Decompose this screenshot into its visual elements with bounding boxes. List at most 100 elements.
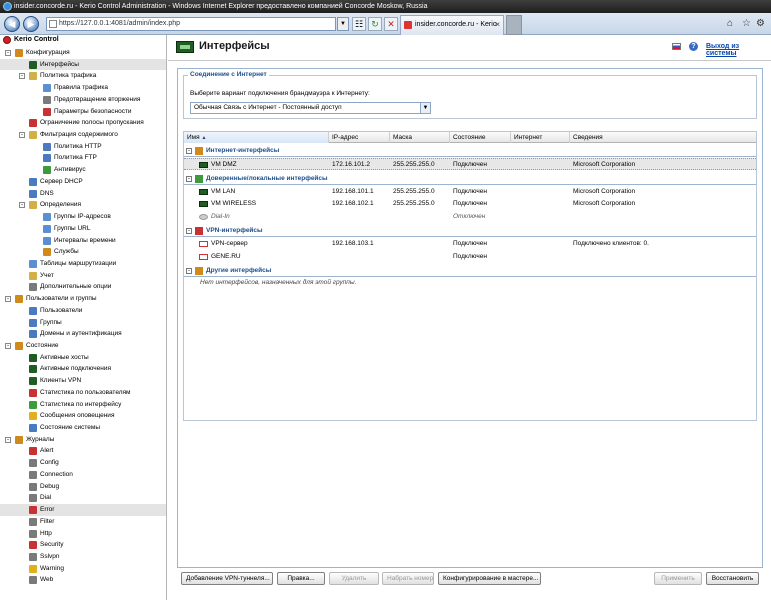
tree-item[interactable]: Http — [0, 528, 166, 540]
back-arrow-icon[interactable]: ◀ — [4, 16, 20, 32]
column-info[interactable]: Сведения — [570, 132, 756, 143]
column-state[interactable]: Состояние — [450, 132, 511, 143]
help-icon[interactable]: ? — [689, 42, 698, 51]
tree-item[interactable]: Клиенты VPN — [0, 375, 166, 387]
tree-item[interactable]: Активные подключения — [0, 363, 166, 375]
browser-tab[interactable]: insider.concorde.ru - Kerio C... × — [400, 15, 504, 46]
tree-item[interactable]: - Пользователи и группы — [0, 293, 166, 305]
stop-icon[interactable]: ✕ — [384, 17, 398, 31]
tree-item[interactable]: Интерфейсы — [0, 58, 166, 71]
interface-group[interactable]: - Интернет-интерфейсы — [184, 145, 756, 157]
tree-item[interactable]: Интервалы времени — [0, 235, 166, 247]
tree-item[interactable]: Alert — [0, 445, 166, 457]
configuration-wizard-button[interactable]: Конфигурирование в мастере... — [438, 572, 541, 585]
column-mask[interactable]: Маска — [390, 132, 450, 143]
forward-arrow-icon[interactable]: ▶ — [23, 16, 39, 32]
tree-item[interactable]: - Состояние — [0, 340, 166, 352]
collapse-toggle-icon[interactable]: - — [5, 296, 11, 303]
table-row[interactable]: VPN-сервер 192.168.103.1 Подключен Подключе… — [184, 238, 756, 250]
tab-close-icon[interactable]: × — [495, 16, 500, 34]
tree-item[interactable]: - Фильтрация содержимого — [0, 129, 166, 141]
tree-item[interactable]: Таблицы маршрутизации — [0, 258, 166, 270]
tree-item[interactable]: Политика HTTP — [0, 141, 166, 153]
tree-item[interactable]: Параметры безопасности — [0, 106, 166, 118]
collapse-toggle-icon[interactable]: - — [19, 202, 25, 209]
tree-item[interactable]: Сервер DHCP — [0, 176, 166, 188]
tree-item[interactable]: Дополнительные опции — [0, 281, 166, 293]
tree-item[interactable]: Активные хосты — [0, 352, 166, 364]
collapse-toggle-icon[interactable]: - — [186, 268, 192, 274]
tree-item[interactable]: - Определения — [0, 199, 166, 211]
home-icon[interactable]: ⌂ — [727, 17, 733, 31]
refresh-icon[interactable]: ↻ — [368, 17, 382, 31]
tree-item[interactable]: Домены и аутентификация — [0, 328, 166, 340]
table-row[interactable]: Dial-In Отключен — [184, 211, 756, 223]
tree-item[interactable]: - Журналы — [0, 434, 166, 446]
tree-item[interactable]: Web — [0, 574, 166, 586]
tree-item[interactable]: Статистика по интерфейсу — [0, 399, 166, 411]
tree-item[interactable]: Dial — [0, 492, 166, 504]
collapse-toggle-icon[interactable]: - — [19, 132, 25, 139]
tree-item[interactable]: Debug — [0, 481, 166, 493]
dial-button[interactable]: Набрать номер — [382, 572, 434, 585]
tree-root[interactable]: Kerio Control — [0, 35, 166, 45]
collapse-toggle-icon[interactable]: - — [186, 228, 192, 234]
tree-item[interactable]: Security — [0, 539, 166, 551]
tree-item[interactable]: Пользователи — [0, 305, 166, 317]
interface-group[interactable]: - VPN-интерфейсы — [184, 225, 756, 237]
tree-item[interactable]: - Политика трафика — [0, 70, 166, 82]
tree-item[interactable]: Ограничение полосы пропускания — [0, 117, 166, 129]
tree-item[interactable]: Службы — [0, 246, 166, 258]
tree-item[interactable]: Политика FTP — [0, 152, 166, 164]
tree-item[interactable]: Группы IP-адресов — [0, 211, 166, 223]
tree-item[interactable]: Filter — [0, 516, 166, 528]
tree-item[interactable]: Sslvpn — [0, 551, 166, 563]
cell-state: Подключен — [453, 240, 487, 247]
restore-button[interactable]: Восстановить — [706, 572, 759, 585]
tree-item[interactable]: Статистика по пользователям — [0, 387, 166, 399]
tree-item[interactable]: DNS — [0, 188, 166, 200]
favorites-star-icon[interactable]: ☆ — [742, 17, 751, 31]
language-flag-icon[interactable] — [672, 43, 681, 50]
tree-item[interactable]: - Конфигурация — [0, 47, 166, 59]
table-row[interactable]: VM DMZ 172.16.101.2 255.255.255.0 Подключен… — [184, 158, 756, 170]
tree-item[interactable]: Состояние системы — [0, 422, 166, 434]
tree-item[interactable]: Connection — [0, 469, 166, 481]
tree-item[interactable]: Предотвращение вторжения — [0, 94, 166, 106]
tree-item[interactable]: Антивирус — [0, 164, 166, 176]
tree-item[interactable]: Warning — [0, 563, 166, 575]
edit-button[interactable]: Правка... — [277, 572, 325, 585]
tree-item[interactable]: Правила трафика — [0, 82, 166, 94]
compat-view-icon[interactable]: ☷ — [352, 17, 366, 31]
tree-item[interactable]: Error — [0, 504, 166, 516]
table-row[interactable]: VM LAN 192.168.101.1 255.255.255.0 Подключе… — [184, 186, 756, 198]
collapse-toggle-icon[interactable]: - — [186, 148, 192, 154]
address-dropdown-button[interactable]: ▼ — [337, 17, 349, 31]
tree-item[interactable]: Группы — [0, 317, 166, 329]
collapse-toggle-icon[interactable]: - — [186, 175, 192, 182]
connection-type-select[interactable]: Обычная Связь с Интернет - Постоянный до… — [190, 102, 431, 114]
interface-group[interactable]: - Другие интерфейсы — [184, 265, 756, 277]
collapse-toggle-icon[interactable]: - — [5, 50, 11, 56]
add-vpn-tunnel-button[interactable]: Добавление VPN-туннеля... — [181, 572, 273, 585]
collapse-toggle-icon[interactable]: - — [5, 436, 11, 443]
tree-item-label: Группы URL — [54, 224, 91, 232]
column-internet[interactable]: Интернет — [511, 132, 570, 143]
logout-link[interactable]: Выход из системы — [706, 43, 771, 57]
column-ip[interactable]: IP-адрес — [329, 132, 390, 143]
collapse-toggle-icon[interactable]: - — [19, 73, 25, 80]
tree-item[interactable]: Учет — [0, 270, 166, 282]
tree-item[interactable]: Группы URL — [0, 223, 166, 235]
collapse-toggle-icon[interactable]: - — [5, 343, 11, 349]
delete-button[interactable]: Удалить — [329, 572, 379, 585]
interface-group[interactable]: - Доверенные/локальные интерфейсы — [184, 173, 756, 185]
column-name[interactable]: Имя ▲ — [184, 132, 329, 143]
apply-button[interactable]: Применить — [654, 572, 702, 585]
address-bar-input[interactable]: https://127.0.0.1:4081/admin/index.php — [46, 17, 336, 31]
tree-item[interactable]: Сообщения оповещения — [0, 410, 166, 422]
table-row[interactable]: GENE.RU Подключен — [184, 251, 756, 263]
table-row[interactable]: VM WIRELESS 192.168.102.1 255.255.255.0 Под… — [184, 198, 756, 210]
new-tab-button[interactable] — [506, 15, 522, 35]
tools-gear-icon[interactable]: ⚙ — [756, 17, 765, 31]
tree-item[interactable]: Config — [0, 457, 166, 469]
